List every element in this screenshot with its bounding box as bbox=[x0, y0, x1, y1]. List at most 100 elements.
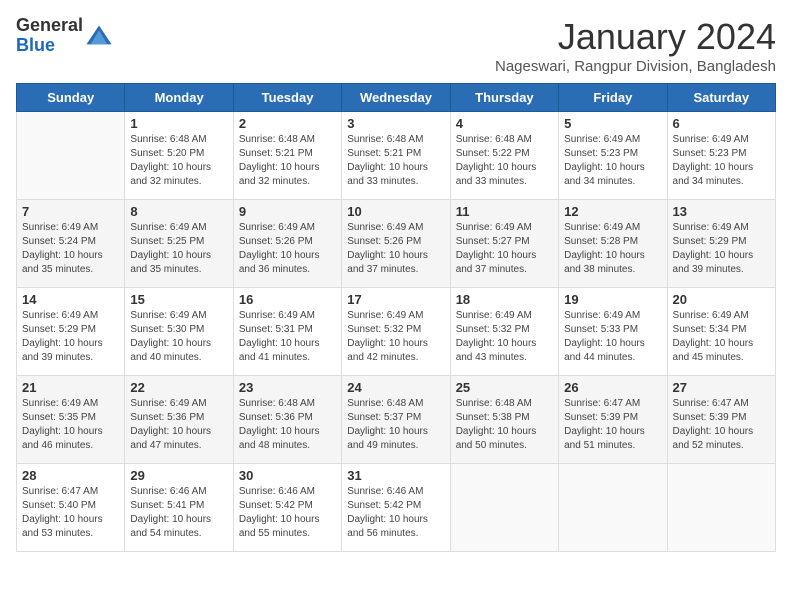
day-number: 15 bbox=[130, 292, 227, 307]
day-info: Sunrise: 6:46 AM Sunset: 5:41 PM Dayligh… bbox=[130, 485, 227, 541]
day-cell-15: 15 Sunrise: 6:49 AM Sunset: 5:30 PM Dayli… bbox=[125, 288, 233, 376]
day-info: Sunrise: 6:49 AM Sunset: 5:28 PM Dayligh… bbox=[564, 221, 661, 277]
day-cell-31: 31 Sunrise: 6:46 AM Sunset: 5:42 PM Dayli… bbox=[342, 464, 450, 552]
day-number: 20 bbox=[673, 292, 770, 307]
page-header: General Blue January 2024 Nageswari, Ran… bbox=[16, 16, 776, 75]
day-info: Sunrise: 6:46 AM Sunset: 5:42 PM Dayligh… bbox=[239, 485, 336, 541]
logo: General Blue bbox=[16, 16, 113, 56]
day-cell-22: 22 Sunrise: 6:49 AM Sunset: 5:36 PM Dayli… bbox=[125, 376, 233, 464]
day-number: 14 bbox=[22, 292, 119, 307]
day-info: Sunrise: 6:47 AM Sunset: 5:40 PM Dayligh… bbox=[22, 485, 119, 541]
empty-cell bbox=[450, 464, 558, 552]
day-number: 17 bbox=[347, 292, 444, 307]
day-info: Sunrise: 6:49 AM Sunset: 5:33 PM Dayligh… bbox=[564, 309, 661, 365]
day-info: Sunrise: 6:46 AM Sunset: 5:42 PM Dayligh… bbox=[347, 485, 444, 541]
day-info: Sunrise: 6:49 AM Sunset: 5:26 PM Dayligh… bbox=[347, 221, 444, 277]
day-cell-14: 14Sunrise: 6:49 AM Sunset: 5:29 PM Dayli… bbox=[17, 288, 125, 376]
day-number: 11 bbox=[456, 204, 553, 219]
day-number: 9 bbox=[239, 204, 336, 219]
day-info: Sunrise: 6:49 AM Sunset: 5:30 PM Dayligh… bbox=[130, 309, 227, 365]
day-header-thursday: Thursday bbox=[450, 84, 558, 112]
day-cell-8: 8Sunrise: 6:49 AM Sunset: 5:25 PM Daylig… bbox=[125, 200, 233, 288]
logo-general: General bbox=[16, 15, 83, 35]
day-info: Sunrise: 6:48 AM Sunset: 5:22 PM Dayligh… bbox=[456, 133, 553, 189]
day-info: Sunrise: 6:48 AM Sunset: 5:21 PM Dayligh… bbox=[347, 133, 444, 189]
empty-cell bbox=[667, 464, 775, 552]
day-info: Sunrise: 6:49 AM Sunset: 5:27 PM Dayligh… bbox=[456, 221, 553, 277]
day-number: 16 bbox=[239, 292, 336, 307]
logo-blue: Blue bbox=[16, 35, 55, 55]
day-info: Sunrise: 6:47 AM Sunset: 5:39 PM Dayligh… bbox=[564, 397, 661, 453]
day-info: Sunrise: 6:49 AM Sunset: 5:23 PM Dayligh… bbox=[673, 133, 770, 189]
day-cell-20: 20 Sunrise: 6:49 AM Sunset: 5:34 PM Dayli… bbox=[667, 288, 775, 376]
day-info: Sunrise: 6:47 AM Sunset: 5:39 PM Dayligh… bbox=[673, 397, 770, 453]
day-cell-11: 11 Sunrise: 6:49 AM Sunset: 5:27 PM Dayli… bbox=[450, 200, 558, 288]
day-number: 3 bbox=[347, 116, 444, 131]
day-cell-12: 12 Sunrise: 6:49 AM Sunset: 5:28 PM Dayli… bbox=[559, 200, 667, 288]
day-cell-10: 10 Sunrise: 6:49 AM Sunset: 5:26 PM Dayli… bbox=[342, 200, 450, 288]
day-header-saturday: Saturday bbox=[667, 84, 775, 112]
day-cell-6: 6Sunrise: 6:49 AM Sunset: 5:23 PM Daylig… bbox=[667, 112, 775, 200]
day-info: Sunrise: 6:49 AM Sunset: 5:36 PM Dayligh… bbox=[130, 397, 227, 453]
day-number: 1 bbox=[130, 116, 227, 131]
day-number: 27 bbox=[673, 380, 770, 395]
day-cell-28: 28 Sunrise: 6:47 AM Sunset: 5:40 PM Dayli… bbox=[17, 464, 125, 552]
day-info: Sunrise: 6:48 AM Sunset: 5:20 PM Dayligh… bbox=[130, 133, 227, 189]
day-info: Sunrise: 6:49 AM Sunset: 5:23 PM Dayligh… bbox=[564, 133, 661, 189]
day-info: Sunrise: 6:48 AM Sunset: 5:36 PM Dayligh… bbox=[239, 397, 336, 453]
day-cell-4: 4 Sunrise: 6:48 AM Sunset: 5:22 PM Daylig… bbox=[450, 112, 558, 200]
day-cell-16: 16Sunrise: 6:49 AM Sunset: 5:31 PM Dayli… bbox=[233, 288, 341, 376]
day-number: 13 bbox=[673, 204, 770, 219]
day-cell-9: 9 Sunrise: 6:49 AM Sunset: 5:26 PM Daylig… bbox=[233, 200, 341, 288]
day-header-monday: Monday bbox=[125, 84, 233, 112]
day-info: Sunrise: 6:49 AM Sunset: 5:32 PM Dayligh… bbox=[456, 309, 553, 365]
day-info: Sunrise: 6:49 AM Sunset: 5:25 PM Dayligh… bbox=[130, 221, 227, 277]
day-cell-5: 5Sunrise: 6:49 AM Sunset: 5:23 PM Daylig… bbox=[559, 112, 667, 200]
day-info: Sunrise: 6:48 AM Sunset: 5:21 PM Dayligh… bbox=[239, 133, 336, 189]
day-info: Sunrise: 6:49 AM Sunset: 5:26 PM Dayligh… bbox=[239, 221, 336, 277]
day-cell-30: 30 Sunrise: 6:46 AM Sunset: 5:42 PM Dayli… bbox=[233, 464, 341, 552]
day-number: 28 bbox=[22, 468, 119, 483]
day-number: 25 bbox=[456, 380, 553, 395]
day-info: Sunrise: 6:49 AM Sunset: 5:24 PM Dayligh… bbox=[22, 221, 119, 277]
calendar-table: SundayMondayTuesdayWednesdayThursdayFrid… bbox=[16, 83, 776, 552]
day-cell-25: 25 Sunrise: 6:48 AM Sunset: 5:38 PM Dayli… bbox=[450, 376, 558, 464]
day-number: 2 bbox=[239, 116, 336, 131]
day-header-sunday: Sunday bbox=[17, 84, 125, 112]
day-cell-19: 19 Sunrise: 6:49 AM Sunset: 5:33 PM Dayli… bbox=[559, 288, 667, 376]
day-info: Sunrise: 6:48 AM Sunset: 5:37 PM Dayligh… bbox=[347, 397, 444, 453]
day-cell-2: 2 Sunrise: 6:48 AM Sunset: 5:21 PM Daylig… bbox=[233, 112, 341, 200]
day-cell-18: 18Sunrise: 6:49 AM Sunset: 5:32 PM Dayli… bbox=[450, 288, 558, 376]
day-number: 29 bbox=[130, 468, 227, 483]
day-cell-23: 23Sunrise: 6:48 AM Sunset: 5:36 PM Dayli… bbox=[233, 376, 341, 464]
day-info: Sunrise: 6:49 AM Sunset: 5:32 PM Dayligh… bbox=[347, 309, 444, 365]
empty-cell bbox=[17, 112, 125, 200]
title-area: January 2024 Nageswari, Rangpur Division… bbox=[495, 16, 776, 75]
day-number: 24 bbox=[347, 380, 444, 395]
day-number: 4 bbox=[456, 116, 553, 131]
day-info: Sunrise: 6:48 AM Sunset: 5:38 PM Dayligh… bbox=[456, 397, 553, 453]
day-cell-24: 24 Sunrise: 6:48 AM Sunset: 5:37 PM Dayli… bbox=[342, 376, 450, 464]
day-cell-1: 1 Sunrise: 6:48 AM Sunset: 5:20 PM Daylig… bbox=[125, 112, 233, 200]
day-info: Sunrise: 6:49 AM Sunset: 5:34 PM Dayligh… bbox=[673, 309, 770, 365]
day-number: 31 bbox=[347, 468, 444, 483]
day-header-wednesday: Wednesday bbox=[342, 84, 450, 112]
day-cell-26: 26 Sunrise: 6:47 AM Sunset: 5:39 PM Dayli… bbox=[559, 376, 667, 464]
logo-icon bbox=[85, 22, 113, 50]
month-title: January 2024 bbox=[495, 16, 776, 58]
day-number: 10 bbox=[347, 204, 444, 219]
day-cell-21: 21 Sunrise: 6:49 AM Sunset: 5:35 PM Dayli… bbox=[17, 376, 125, 464]
day-cell-3: 3 Sunrise: 6:48 AM Sunset: 5:21 PM Daylig… bbox=[342, 112, 450, 200]
day-header-tuesday: Tuesday bbox=[233, 84, 341, 112]
day-number: 21 bbox=[22, 380, 119, 395]
day-cell-13: 13Sunrise: 6:49 AM Sunset: 5:29 PM Dayli… bbox=[667, 200, 775, 288]
day-number: 22 bbox=[130, 380, 227, 395]
day-number: 26 bbox=[564, 380, 661, 395]
location: Nageswari, Rangpur Division, Bangladesh bbox=[495, 58, 776, 75]
day-cell-29: 29 Sunrise: 6:46 AM Sunset: 5:41 PM Dayli… bbox=[125, 464, 233, 552]
day-number: 12 bbox=[564, 204, 661, 219]
day-number: 30 bbox=[239, 468, 336, 483]
day-cell-7: 7Sunrise: 6:49 AM Sunset: 5:24 PM Daylig… bbox=[17, 200, 125, 288]
day-info: Sunrise: 6:49 AM Sunset: 5:35 PM Dayligh… bbox=[22, 397, 119, 453]
day-number: 19 bbox=[564, 292, 661, 307]
